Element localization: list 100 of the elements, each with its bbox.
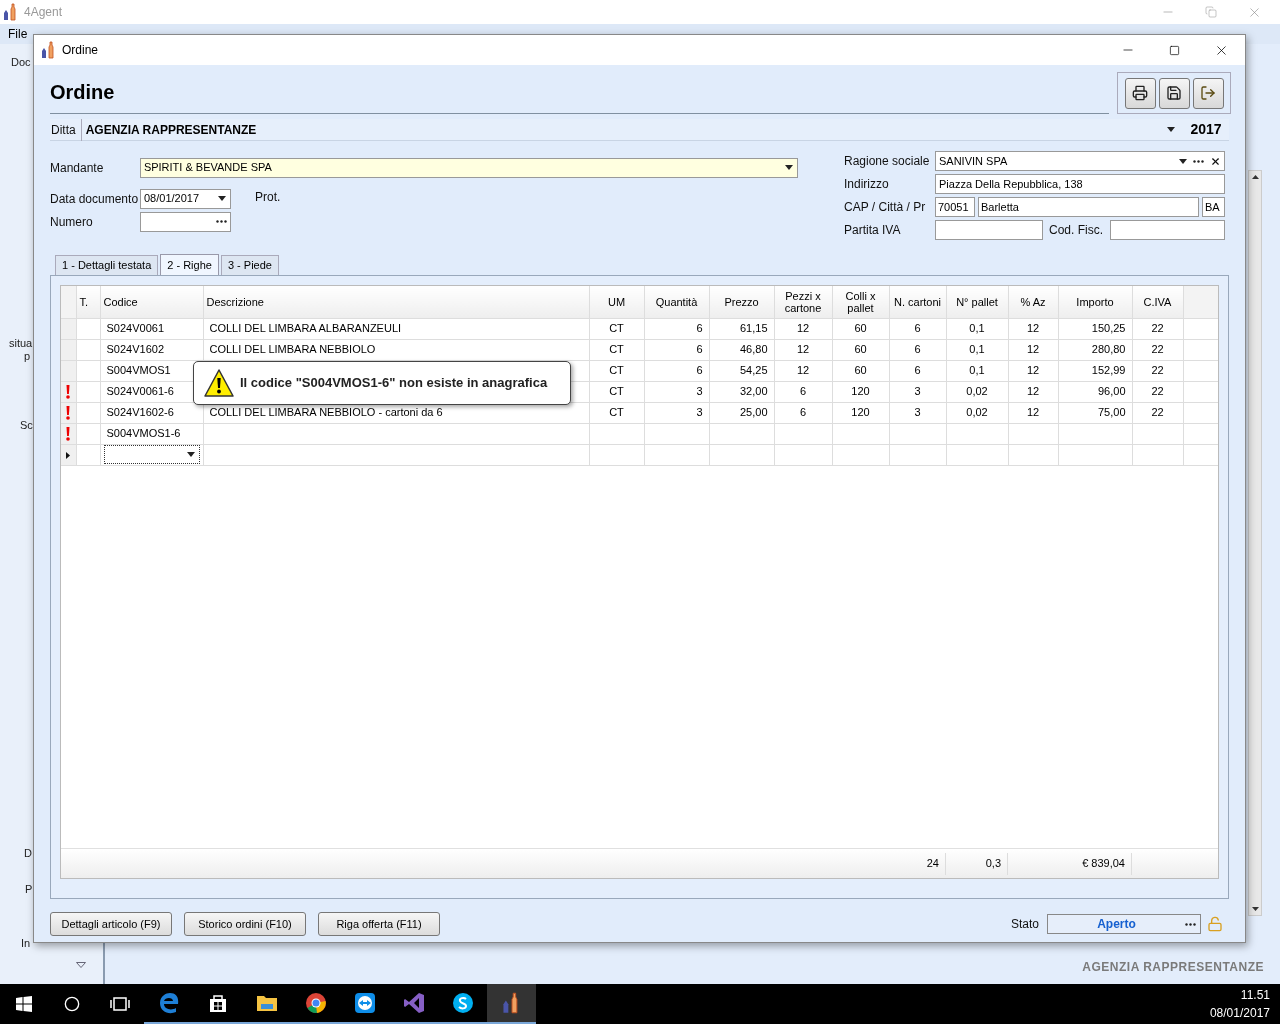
column-header[interactable]: T. [76, 286, 100, 318]
province-field[interactable]: BA [1202, 197, 1225, 217]
year-label: 2017 [1189, 120, 1223, 139]
chat-bubble-icon[interactable] [451, 992, 474, 1014]
save-button[interactable] [1158, 77, 1190, 109]
ellipsis-icon[interactable] [1185, 922, 1196, 926]
column-header[interactable]: Prezzo [709, 286, 774, 318]
task-view-icon[interactable] [110, 997, 130, 1011]
column-header[interactable]: % Az [1008, 286, 1058, 318]
table-cell-text: 22 [1150, 406, 1165, 419]
table-cell-text: 6 [798, 406, 808, 419]
column-header[interactable]: Descrizione [203, 286, 589, 318]
current-row-icon [66, 451, 71, 459]
table-cell-text: 120 [850, 406, 871, 419]
print-button[interactable] [1124, 77, 1156, 109]
mandante-select[interactable]: SPIRITI & BEVANDE SPA [139, 157, 798, 178]
action-button[interactable]: Storico ordini (F10) [184, 912, 306, 936]
remote-arrows-icon[interactable] [353, 992, 376, 1014]
tab[interactable]: 3 - Piede [220, 255, 279, 275]
error-mark-icon [66, 406, 71, 421]
table-cell-text: 6 [798, 385, 808, 398]
code-dropdown[interactable] [103, 445, 200, 464]
ellipsis-icon[interactable] [216, 220, 227, 223]
row-header-cell[interactable] [61, 444, 76, 465]
column-header[interactable]: Quantità [644, 286, 709, 318]
customer-select[interactable]: SANIVIN SPA [935, 151, 1225, 171]
status-field[interactable]: Aperto [1047, 914, 1201, 934]
scroll-down-icon[interactable] [1251, 907, 1259, 911]
round-browser-icon[interactable] [304, 992, 327, 1014]
scrollbar[interactable] [1248, 170, 1262, 916]
table-cell-text: CT [608, 343, 625, 356]
postcode-field[interactable]: 70051 [935, 197, 975, 217]
tab[interactable]: 1 - Dettagli testata [55, 255, 159, 275]
ellipsis-icon[interactable] [1193, 159, 1204, 163]
table-cell-text: 22 [1150, 322, 1165, 335]
column-header[interactable]: Pezzi x cartone [774, 286, 832, 318]
dropdown-arrow-icon[interactable] [785, 165, 793, 170]
company-select[interactable]: AGENZIA RAPPRESENTANZE [80, 118, 1183, 141]
table-cell-text: 22 [1150, 385, 1165, 398]
table-cell-text: 3 [913, 385, 922, 398]
browser-icon[interactable] [157, 992, 180, 1014]
dropdown-arrow-icon[interactable] [1179, 158, 1187, 164]
table-cell-text: 6 [695, 364, 704, 377]
ribbon-icon[interactable] [402, 992, 425, 1014]
table-cell-text: 280,80 [1090, 343, 1127, 356]
dropdown-arrow-icon[interactable] [218, 196, 226, 201]
row-header-cell[interactable] [61, 381, 76, 402]
number-field[interactable] [140, 211, 231, 232]
maximize-icon[interactable] [1169, 44, 1180, 56]
sidebar-label-fragment: D [23, 847, 32, 860]
expand-arrow-icon[interactable] [76, 962, 86, 968]
menu-item[interactable]: File [8, 25, 28, 43]
field-label: Data documento [50, 190, 140, 208]
field-label: CAP / Città / Pr [844, 199, 927, 216]
table-cell-text: 0,02 [965, 385, 989, 398]
dropdown-arrow-icon[interactable] [186, 452, 195, 457]
row-header-cell[interactable] [61, 339, 76, 360]
table-cell-text: 6 [913, 322, 922, 335]
tab[interactable]: 2 - Righe [160, 254, 219, 275]
table-cell-text: 152,99 [1090, 364, 1127, 377]
table-cell-text: CT [608, 385, 625, 398]
table-cell-text: 6 [913, 343, 922, 356]
tax-code-field[interactable] [1110, 220, 1225, 240]
column-header[interactable]: Colli x pallet [832, 286, 889, 318]
search-icon[interactable] [64, 996, 80, 1012]
address-field[interactable]: Piazza Della Repubblica, 138 [935, 174, 1225, 194]
column-header[interactable]: N° pallet [946, 286, 1008, 318]
table-cell-text: 60 [853, 364, 868, 377]
row-header-cell[interactable] [61, 318, 76, 339]
table-cell-text: 61,15 [738, 322, 769, 335]
column-header[interactable]: C.IVA [1132, 286, 1183, 318]
row-header-cell[interactable] [61, 360, 76, 381]
vat-number-field[interactable] [935, 220, 1043, 240]
field-label: Ditta [50, 121, 77, 139]
table-cell-text: 0,1 [968, 322, 986, 335]
clear-icon[interactable] [1210, 155, 1221, 167]
folder-icon[interactable] [255, 994, 278, 1012]
dropdown-arrow-icon[interactable] [1167, 127, 1175, 132]
field-label: Cod. Fisc. [1049, 222, 1104, 239]
table-cell-text: 22 [1150, 343, 1165, 356]
row-header-cell[interactable] [61, 423, 76, 444]
column-header[interactable]: Codice [100, 286, 203, 318]
scroll-up-icon[interactable] [1251, 175, 1259, 179]
city-field[interactable]: Barletta [978, 197, 1199, 217]
field-label: Partita IVA [844, 222, 902, 239]
prot-label: Prot. [255, 189, 281, 206]
sidebar-label-fragment: Doc [10, 56, 31, 69]
row-header-cell[interactable] [61, 402, 76, 423]
action-button[interactable]: Riga offerta (F11) [318, 912, 440, 936]
column-header[interactable]: Importo [1058, 286, 1132, 318]
column-header[interactable]: N. cartoni [889, 286, 946, 318]
exit-button[interactable] [1192, 77, 1224, 109]
column-header[interactable]: UM [589, 286, 644, 318]
store-bag-icon[interactable] [207, 993, 228, 1013]
start-icon[interactable] [16, 996, 32, 1012]
action-button[interactable]: Dettagli articolo (F9) [50, 912, 172, 936]
error-mark-icon [66, 427, 71, 442]
table-cell-text: 32,00 [738, 385, 769, 398]
field-label: Indirizzo [844, 176, 890, 193]
date-field[interactable]: 08/01/2017 [140, 188, 231, 209]
